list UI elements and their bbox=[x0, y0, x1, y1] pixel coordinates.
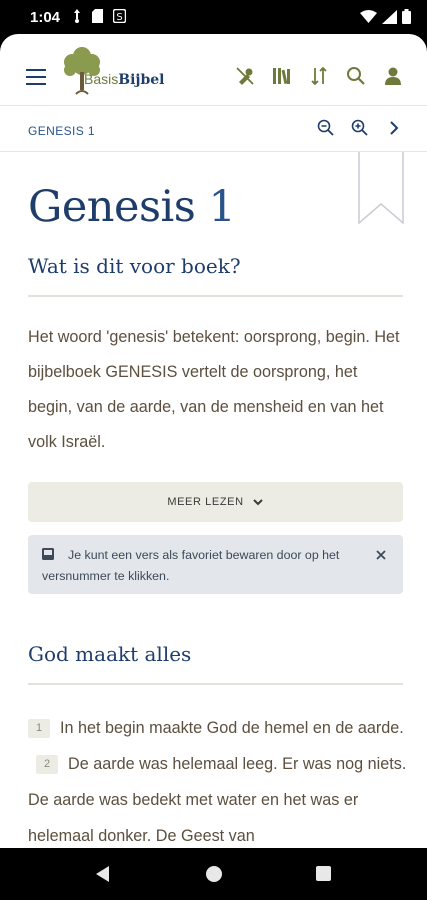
chevron-down-icon bbox=[252, 499, 263, 506]
search-icon[interactable] bbox=[346, 66, 366, 86]
zoom-in-icon[interactable] bbox=[351, 119, 369, 137]
sd-card-icon bbox=[92, 9, 103, 23]
close-icon[interactable] bbox=[375, 549, 387, 561]
read-more-button[interactable]: MEER LEZEN bbox=[28, 482, 403, 522]
app-bar: BasisBijbel bbox=[0, 34, 427, 106]
battery-icon bbox=[402, 9, 411, 24]
intro-text: Het woord 'genesis' betekent: oorsprong,… bbox=[28, 328, 400, 451]
section-heading: God maakt alles bbox=[28, 642, 192, 666]
sort-icon[interactable] bbox=[309, 66, 329, 86]
wifi-icon bbox=[360, 10, 377, 23]
library-icon[interactable] bbox=[272, 66, 292, 86]
divider bbox=[28, 295, 403, 297]
account-icon[interactable] bbox=[383, 66, 403, 86]
verse-number[interactable]: 2 bbox=[36, 755, 58, 774]
verse-text: De aarde was helemaal leeg. Er was nog n… bbox=[28, 755, 407, 845]
status-bar: 1:04 S bbox=[0, 0, 427, 34]
recents-icon[interactable] bbox=[316, 866, 331, 881]
intro-heading: Wat is dit voor boek? bbox=[28, 254, 241, 278]
usb-icon bbox=[74, 9, 80, 23]
chevron-right-icon[interactable] bbox=[385, 119, 403, 137]
chapter-number: 1 bbox=[208, 182, 236, 232]
back-icon[interactable] bbox=[96, 866, 110, 882]
app-screen: BasisBijbel GENESIS 1 Genesis 1 Wat is d… bbox=[0, 34, 427, 848]
status-time: 1:04 bbox=[30, 9, 61, 26]
svg-text:S: S bbox=[116, 12, 122, 23]
system-nav-bar bbox=[0, 848, 427, 900]
app-notification-icon: S bbox=[113, 9, 126, 23]
app-logo-text: BasisBijbel bbox=[84, 71, 165, 88]
home-icon[interactable] bbox=[206, 866, 222, 882]
favorite-tip-banner: Je kunt een vers als favoriet bewaren do… bbox=[28, 535, 403, 594]
verses: 1 In het begin maakte God de hemel en de … bbox=[28, 710, 408, 848]
breadcrumb[interactable]: GENESIS 1 bbox=[28, 124, 95, 138]
divider bbox=[28, 683, 403, 685]
tip-text: Je kunt een vers als favoriet bewaren do… bbox=[42, 548, 340, 583]
highlighter-off-icon[interactable] bbox=[235, 66, 255, 86]
signal-icon bbox=[382, 9, 397, 24]
chapter-toolbar: GENESIS 1 bbox=[0, 106, 427, 152]
chapter-title: Genesis 1 bbox=[28, 182, 236, 232]
bookmark-icon[interactable] bbox=[358, 152, 404, 224]
zoom-out-icon[interactable] bbox=[317, 119, 335, 137]
book-name: Genesis bbox=[28, 182, 196, 232]
verse-number[interactable]: 1 bbox=[28, 719, 50, 738]
verse-text: In het begin maakte God de hemel en de a… bbox=[60, 719, 404, 737]
read-more-label: MEER LEZEN bbox=[167, 496, 244, 508]
menu-icon[interactable] bbox=[26, 69, 46, 85]
